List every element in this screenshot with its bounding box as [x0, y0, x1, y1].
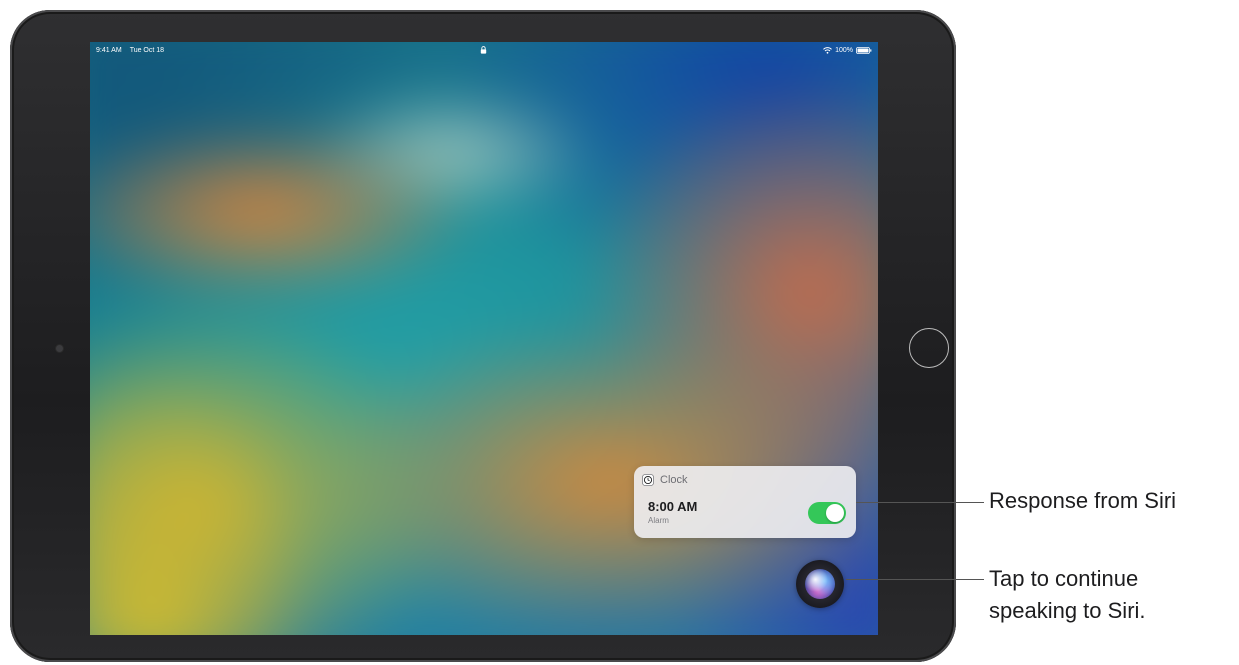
card-header: Clock: [642, 474, 688, 486]
callout-line-siri: [846, 579, 984, 580]
front-camera: [56, 345, 63, 352]
wallpaper: [90, 42, 878, 635]
callout-response: Response from Siri: [989, 488, 1177, 513]
callout-line-response: [856, 502, 984, 503]
siri-button[interactable]: [796, 560, 844, 608]
lock-icon: [480, 46, 487, 54]
status-right: 100%: [823, 47, 872, 54]
alarm-toggle[interactable]: [808, 502, 846, 524]
battery-icon: [856, 47, 872, 54]
alarm-time: 8:00 AM: [648, 499, 698, 514]
wifi-icon: [823, 47, 832, 54]
callout-tap-line1: Tap to continue: [989, 566, 1139, 591]
battery-percent: 100%: [835, 47, 853, 54]
illustration: 9:41 AM Tue Oct 18 100% Clock 8:00 AM Al…: [0, 0, 1239, 665]
ipad-screen: 9:41 AM Tue Oct 18 100% Clock 8:00 AM Al…: [90, 42, 878, 635]
callout-tap-line2: speaking to Siri.: [989, 598, 1146, 623]
clock-icon: [642, 474, 654, 486]
siri-response-card: Clock 8:00 AM Alarm: [634, 466, 856, 538]
status-time: 9:41 AM: [96, 47, 122, 54]
siri-icon: [805, 569, 835, 599]
status-bar: 9:41 AM Tue Oct 18 100%: [90, 42, 878, 58]
status-left: 9:41 AM Tue Oct 18: [96, 47, 164, 54]
home-button[interactable]: [909, 328, 949, 368]
card-app-name: Clock: [660, 474, 688, 486]
alarm-label: Alarm: [648, 516, 669, 525]
toggle-knob: [826, 504, 844, 522]
status-date: Tue Oct 18: [129, 47, 165, 54]
